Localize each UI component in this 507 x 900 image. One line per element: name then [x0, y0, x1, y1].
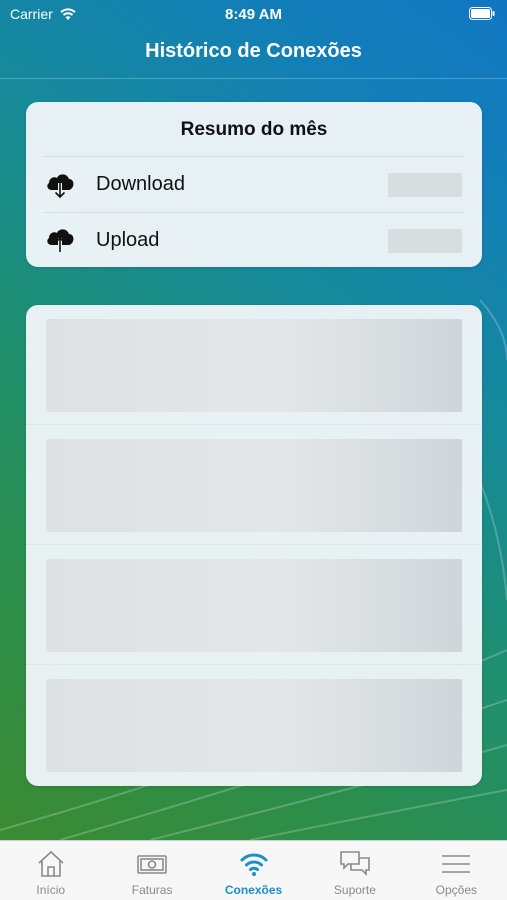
- wifi-icon: [240, 853, 268, 876]
- tab-suporte[interactable]: Suporte: [304, 841, 405, 900]
- loading-placeholder: [46, 679, 462, 772]
- chat-icon: [340, 851, 370, 876]
- tab-label: Suporte: [333, 883, 376, 897]
- tab-label: Opções: [435, 883, 477, 897]
- summary-label-download: Download: [96, 173, 185, 195]
- tab-inicio[interactable]: Início: [0, 841, 101, 900]
- header-divider: [0, 78, 507, 79]
- list-item: [26, 425, 482, 545]
- tab-label: Faturas: [131, 883, 173, 897]
- loading-placeholder: [46, 559, 462, 652]
- download-value-placeholder: [388, 173, 462, 197]
- cloud-download-icon: [44, 171, 78, 199]
- summary-title: Resumo do mês: [44, 102, 464, 157]
- list-item: [26, 665, 482, 785]
- cloud-upload-icon: [44, 226, 78, 254]
- home-icon: [38, 850, 64, 877]
- battery-icon: [469, 7, 495, 20]
- list-item: [26, 545, 482, 665]
- summary-row-upload: Upload: [44, 212, 464, 267]
- status-time: 8:49 AM: [225, 6, 282, 23]
- tab-faturas[interactable]: Faturas: [101, 841, 202, 900]
- bill-icon: [137, 855, 167, 874]
- status-bar: Carrier 8:49 AM: [0, 0, 507, 28]
- tab-label: Início: [36, 883, 66, 897]
- list-item: [26, 305, 482, 425]
- page-title: Histórico de Conexões: [145, 40, 362, 62]
- loading-placeholder: [46, 319, 462, 412]
- monthly-summary-card: Resumo do mês Download Upload: [26, 102, 482, 267]
- upload-value-placeholder: [388, 229, 462, 253]
- tab-label: Conexões: [224, 883, 283, 897]
- summary-row-download: Download: [44, 157, 464, 212]
- loading-placeholder: [46, 439, 462, 532]
- connection-history-list: [26, 305, 482, 786]
- tab-conexoes[interactable]: Conexões: [203, 841, 304, 900]
- summary-label-upload: Upload: [96, 228, 160, 251]
- tab-opcoes[interactable]: Opções: [406, 841, 507, 900]
- menu-icon: [442, 855, 471, 873]
- tab-bar: Início Faturas Conexões Suporte Opções: [0, 840, 507, 900]
